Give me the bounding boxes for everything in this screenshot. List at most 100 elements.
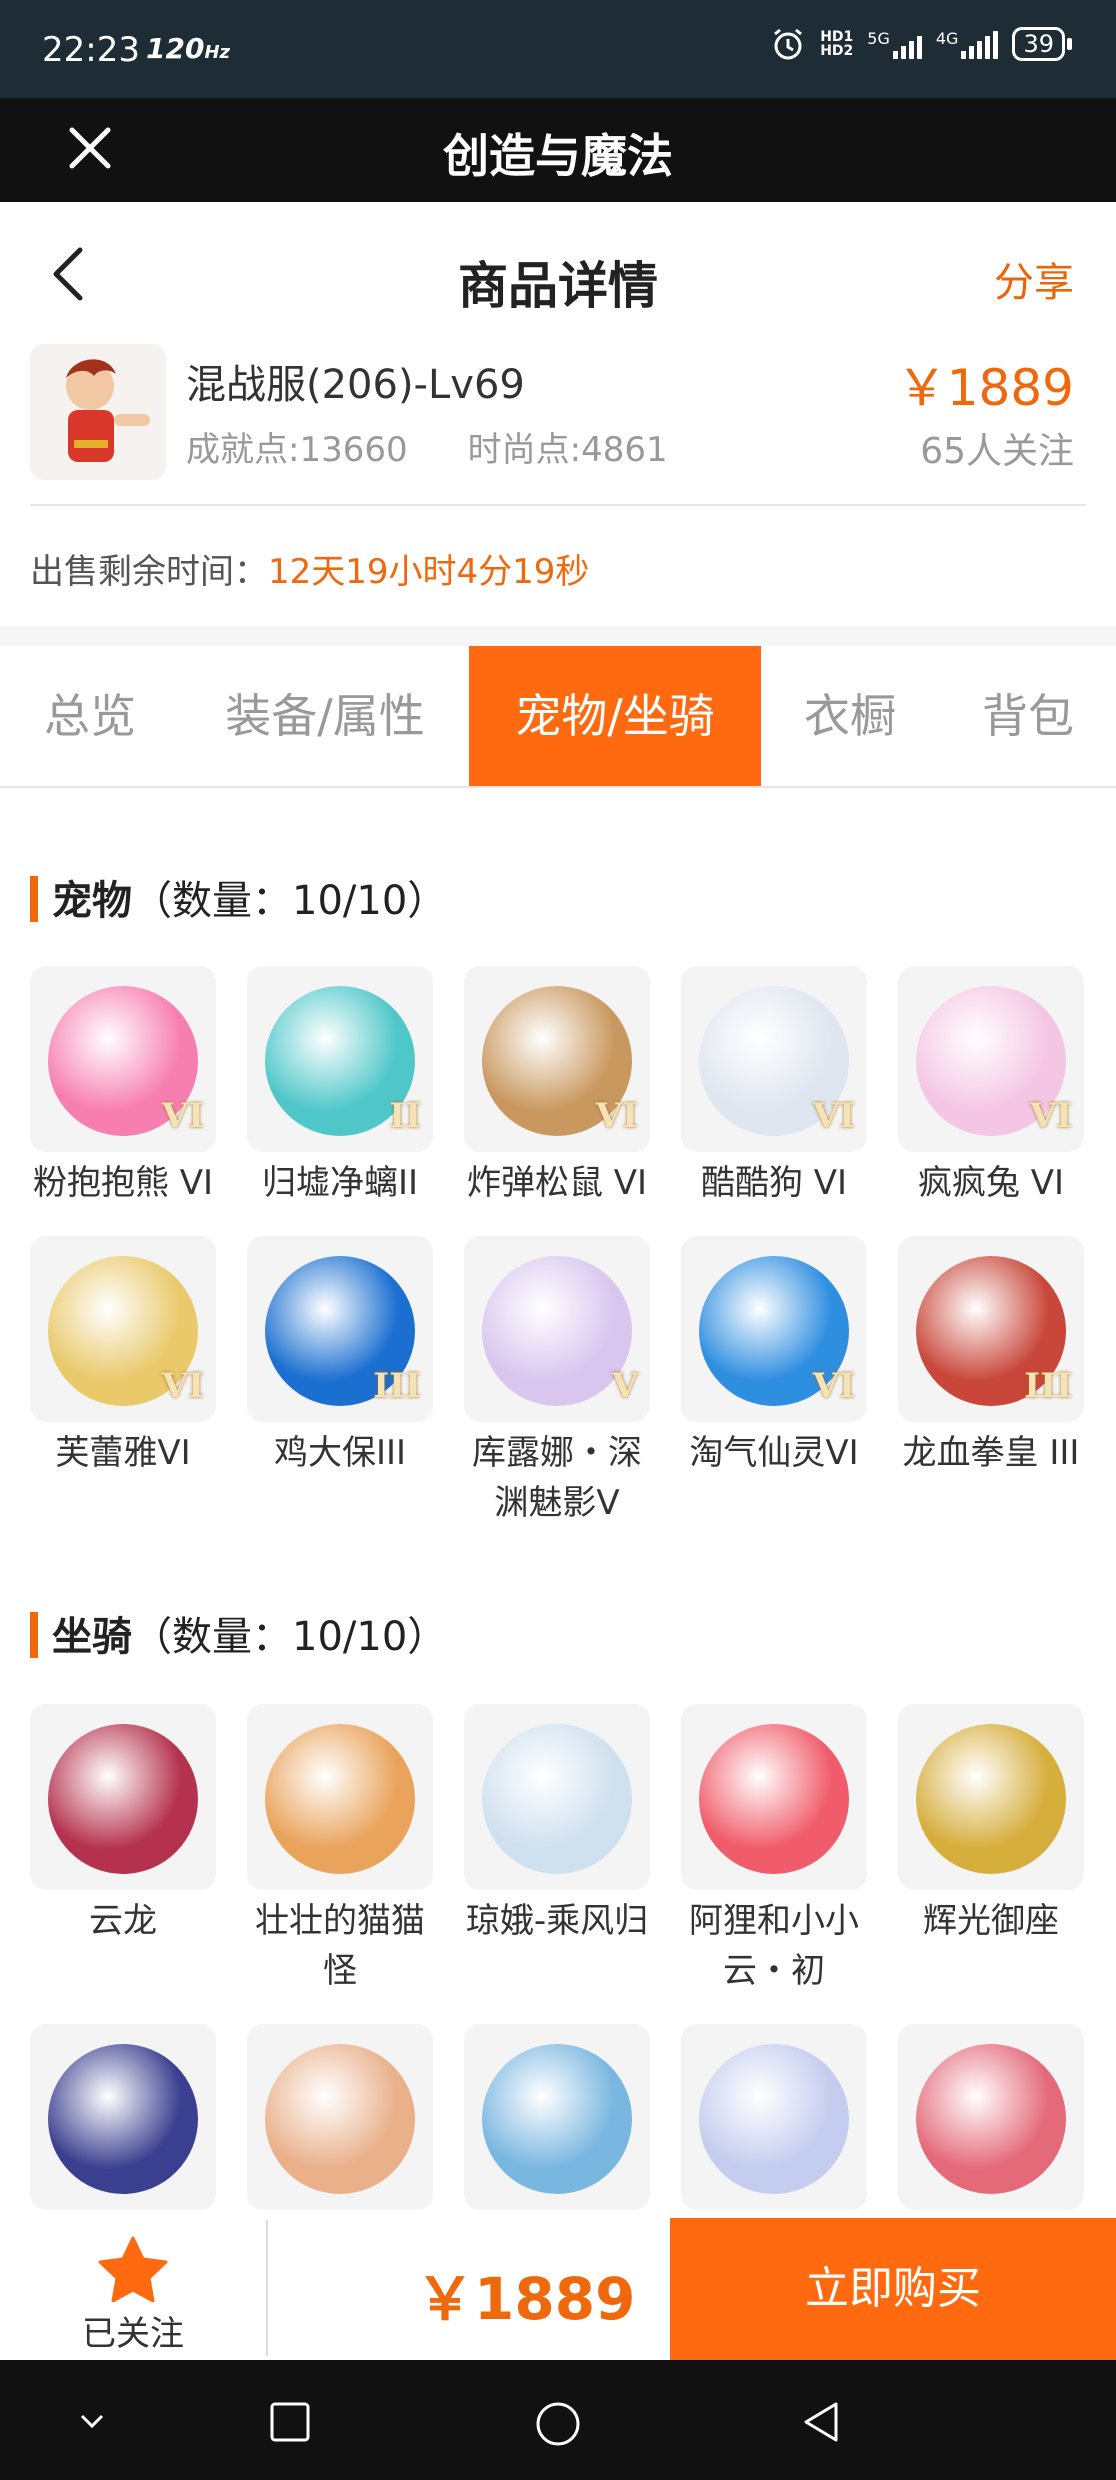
home-icon[interactable] [534,2400,582,2448]
product-price: ￥1889 [896,359,1074,417]
mount-item[interactable]: 琼娥-乘风归 [462,1704,652,1946]
pet-rank-badge: III [1024,1366,1072,1406]
pet-image: V [464,1236,650,1422]
mount-image [247,2024,433,2210]
mount-label: 云龙 [89,1901,157,1941]
status-time: 22:23 [42,30,140,70]
pet-image: VI [30,966,216,1152]
share-button[interactable]: 分享 [994,250,1074,308]
pet-item[interactable]: VI 粉抱抱熊 VI [28,966,218,1208]
pet-image: VI [464,966,650,1152]
signal-5g-icon: 5G [867,29,922,59]
mount-item[interactable] [28,2024,218,2210]
pet-item[interactable]: VI 炸弹松鼠 VI [462,966,652,1208]
alarm-icon [774,28,803,60]
pet-rank-badge: VI [812,1096,855,1136]
mount-art [916,1724,1066,1874]
follow-button[interactable]: 已关注 [0,2218,266,2360]
mount-item[interactable]: 云龙 [28,1704,218,1946]
pet-rank-badge: VI [161,1366,204,1406]
back-nav-icon[interactable] [800,2400,844,2444]
bottom-action-bar: 已关注 ￥1889 立即购买 [0,2218,1116,2360]
section-gap [0,626,1116,646]
mount-art [916,2044,1066,2194]
divider [30,504,1086,506]
star-icon [98,2236,168,2303]
divider [266,2220,268,2356]
pet-rank-badge: VI [161,1096,204,1136]
product-points: 成就点:13660 时尚点:4861 [186,422,668,471]
mount-image [30,2024,216,2210]
mount-art [265,1724,415,1874]
tab-backpack[interactable]: 背包 [958,646,1098,786]
mount-art [482,1724,632,1874]
pet-label: 粉抱抱熊 VI [32,1163,214,1203]
recent-apps-icon[interactable] [268,2400,312,2444]
bottom-price: ￥1889 [416,2265,636,2333]
pet-rank-badge: VI [812,1366,855,1406]
mount-item[interactable] [462,2024,652,2210]
pet-item[interactable]: II 归墟净螭II [245,966,435,1208]
tab-equipment[interactable]: 装备/属性 [200,646,450,786]
pet-image: VI [898,966,1084,1152]
character-thumbnail [30,344,166,480]
pet-item[interactable]: VI 酷酷狗 VI [679,966,869,1208]
achievement-points: 成就点:13660 [186,430,408,470]
tab-overview[interactable]: 总览 [20,646,160,786]
pet-rank-badge: III [373,1366,421,1406]
page-header: 商品详情 分享 [0,202,1116,342]
pet-label: 鸡大保III [273,1433,407,1473]
pet-item[interactable]: V 库露娜・深渊魅影V [462,1236,652,1528]
mount-art [699,2044,849,2194]
status-bar: 22:23 120Hz HD1 HD2 5G 4G 39 [0,0,1116,98]
tab-wardrobe[interactable]: 衣橱 [780,646,920,786]
mount-item[interactable]: 壮壮的猫猫怪 [245,1704,435,1996]
mount-image [464,2024,650,2210]
mount-item[interactable] [679,2024,869,2210]
mount-label: 辉光御座 [923,1901,1059,1941]
pet-art [482,1256,632,1406]
pet-label: 酷酷狗 VI [700,1163,848,1203]
mount-image [247,1704,433,1890]
mount-item[interactable] [896,2024,1086,2210]
pet-rank-badge: VI [595,1096,638,1136]
pet-image: II [247,966,433,1152]
page-title: 商品详情 [458,257,658,315]
pet-item[interactable]: VI 淘气仙灵VI [679,1236,869,1478]
tab-pets-mounts[interactable]: 宠物/坐骑 [469,646,761,786]
pet-item[interactable]: III 龙血拳皇 III [896,1236,1086,1478]
mount-image [681,1704,867,1890]
mount-item[interactable]: 阿狸和小小云・初 [679,1704,869,1996]
mount-item[interactable] [245,2024,435,2210]
chevron-down-icon[interactable] [70,2400,114,2444]
pet-label: 龙血拳皇 III [902,1433,1080,1473]
follow-label: 已关注 [82,2314,184,2354]
pets-section-title: 宠物（数量：10/10） [30,868,447,926]
pet-rank-badge: II [389,1096,421,1136]
pet-label: 炸弹松鼠 VI [466,1163,648,1203]
mount-label: 壮壮的猫猫怪 [255,1901,425,1991]
signal-4g-icon: 4G [936,29,999,59]
app-bar: 创造与魔法 [0,98,1116,202]
buy-now-button[interactable]: 立即购买 [670,2218,1116,2360]
status-icons: HD1 HD2 5G 4G 39 [770,26,1072,62]
pet-rank-badge: V [611,1366,638,1406]
mount-art [48,1724,198,1874]
pet-item[interactable]: VI 疯疯兔 VI [896,966,1086,1208]
product-summary: 混战服(206)-Lv69 成就点:13660 时尚点:4861 ￥1889 65… [0,338,1116,508]
mount-image [30,1704,216,1890]
fashion-points: 时尚点:4861 [467,430,668,470]
pet-label: 库露娜・深渊魅影V [472,1433,642,1523]
system-nav-bar [0,2360,1116,2480]
pet-label: 归墟净螭II [261,1163,419,1203]
mount-art [48,2044,198,2194]
mount-item[interactable]: 辉光御座 [896,1704,1086,1946]
pet-image: VI [30,1236,216,1422]
sale-timer-label: 出售剩余时间： [30,552,268,592]
app-title: 创造与魔法 [443,129,673,183]
pet-item[interactable]: III 鸡大保III [245,1236,435,1478]
mount-art [699,1724,849,1874]
mounts-section-title: 坐骑（数量：10/10） [30,1604,447,1662]
pet-item[interactable]: VI 芙蕾雅VI [28,1236,218,1478]
pet-image: III [898,1236,1084,1422]
